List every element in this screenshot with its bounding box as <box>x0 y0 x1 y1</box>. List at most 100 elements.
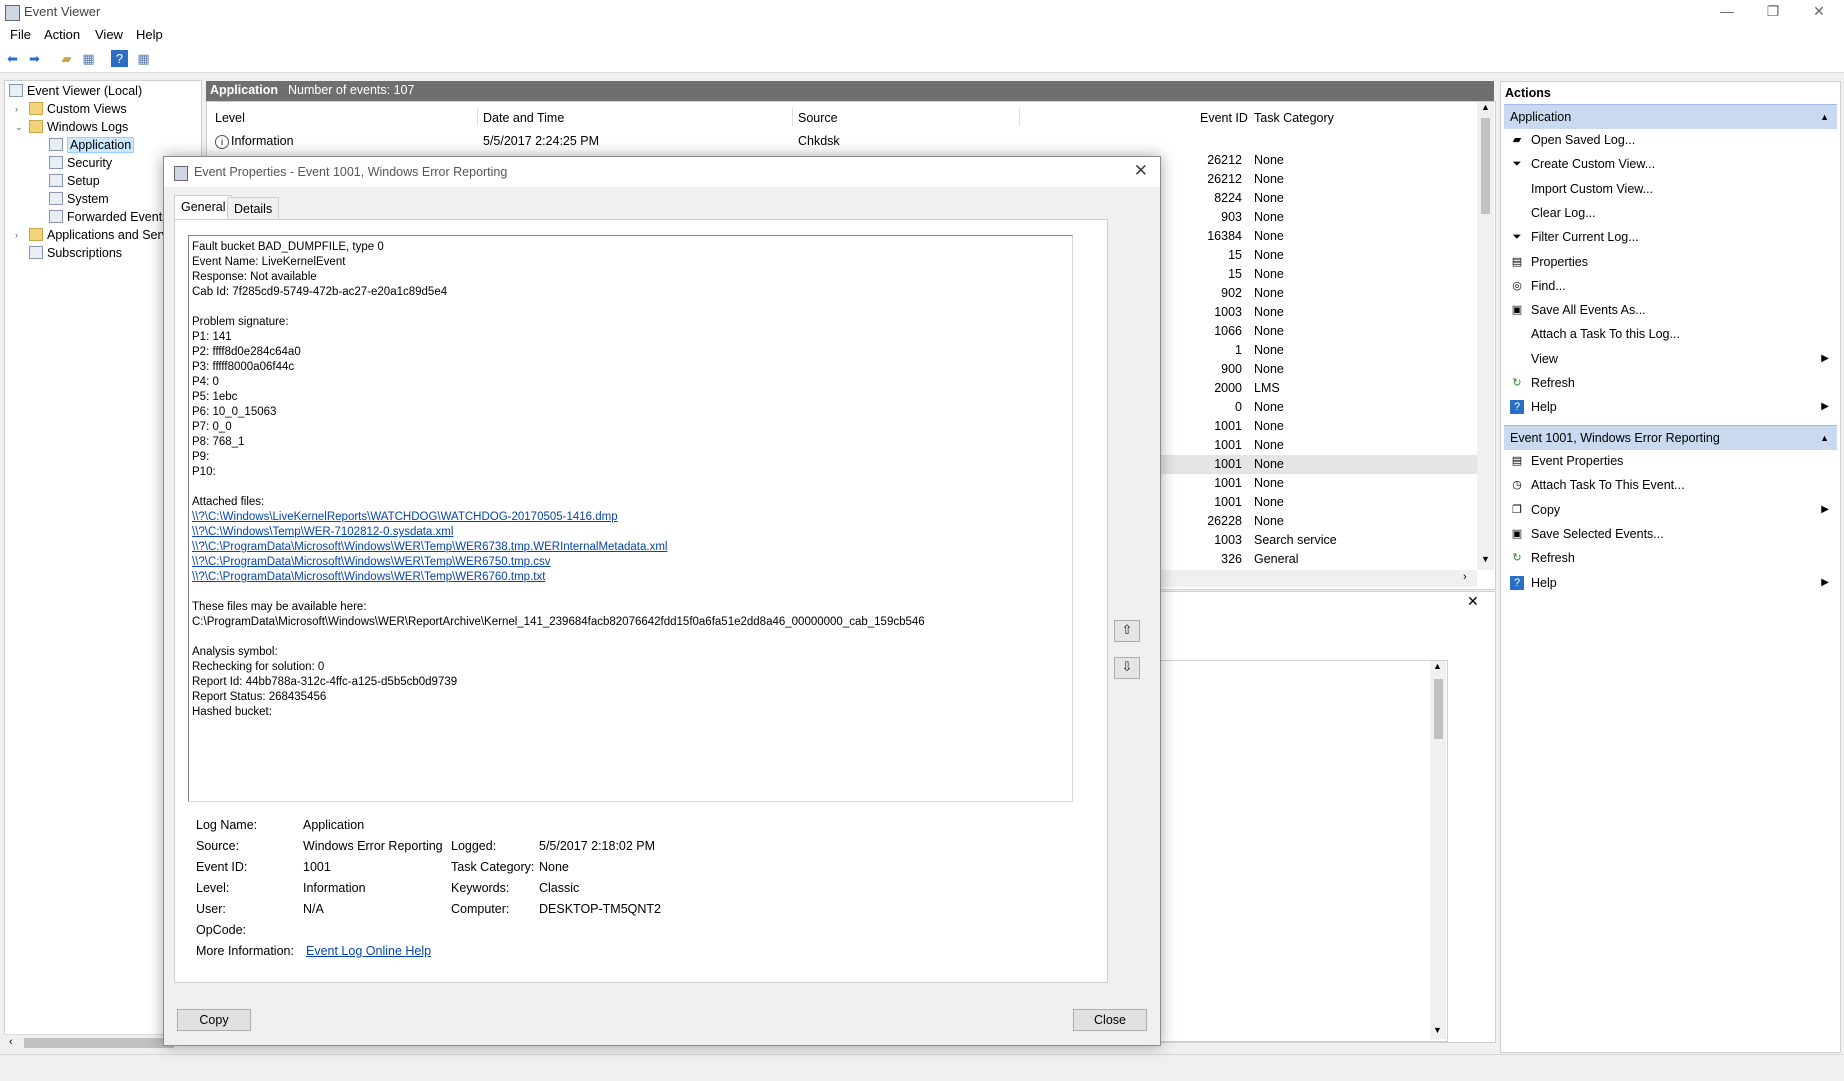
collapse-caret-icon[interactable]: ▲ <box>1820 112 1829 122</box>
action-event-properties[interactable]: ▤ Event Properties <box>1504 450 1837 472</box>
column-separator[interactable] <box>792 108 793 126</box>
dialog-title: Event Properties - Event 1001, Windows E… <box>194 165 508 179</box>
tree-forwarded-events[interactable]: Forwarded Events <box>49 208 168 226</box>
action-clear-log[interactable]: Clear Log... <box>1504 202 1837 224</box>
scrollbar-thumb[interactable] <box>1434 679 1443 739</box>
user-value: N/A <box>303 902 324 916</box>
dialog-close-icon[interactable]: ✕ <box>1134 161 1148 181</box>
column-header-source[interactable]: Source <box>798 111 838 125</box>
row-event-id: 26212 <box>1207 172 1242 186</box>
scroll-down-icon[interactable]: ▼ <box>1433 1025 1442 1035</box>
expand-chevron-icon[interactable]: › <box>15 100 18 118</box>
menu-view[interactable]: View <box>95 27 123 42</box>
column-separator[interactable] <box>1019 108 1020 126</box>
event-list-vertical-scrollbar[interactable]: ▲ ▼ <box>1477 102 1494 570</box>
row-event-id: 0 <box>1235 400 1242 414</box>
close-button[interactable]: Close <box>1073 1009 1147 1031</box>
tree-windows-logs[interactable]: ⌄ Windows Logs <box>15 118 128 136</box>
scroll-up-icon[interactable]: ▲ <box>1481 102 1490 112</box>
column-separator[interactable] <box>477 108 478 126</box>
help-icon: ? <box>1510 400 1524 415</box>
scroll-up-icon[interactable]: ▲ <box>1433 661 1442 671</box>
table-row[interactable]: i Information 5/5/2017 2:24:25 PM Chkdsk <box>207 132 1477 151</box>
action-create-custom-view[interactable]: ⏷ Create Custom View... <box>1504 153 1837 175</box>
keywords-value: Classic <box>539 881 580 895</box>
column-header-event-id[interactable]: Event ID <box>1200 111 1248 125</box>
action-pane-icon[interactable]: ▦ <box>135 50 152 67</box>
scrollbar-thumb[interactable] <box>1481 118 1490 214</box>
action-save-selected-events[interactable]: ▣ Save Selected Events... <box>1504 523 1837 545</box>
column-header-date-time[interactable]: Date and Time <box>483 111 564 125</box>
action-refresh[interactable]: ↻ Refresh <box>1504 372 1837 394</box>
menu-help[interactable]: Help <box>136 27 163 42</box>
event-log-online-help-link[interactable]: Event Log Online Help <box>306 942 431 960</box>
event-count: Number of events: 107 <box>288 83 415 97</box>
description-line: These files may be available here: <box>192 601 367 613</box>
action-save-all-events-as[interactable]: ▣ Save All Events As... <box>1504 299 1837 321</box>
tree-security[interactable]: Security <box>49 154 112 172</box>
tree-setup[interactable]: Setup <box>49 172 100 190</box>
log-name: Application <box>210 83 279 97</box>
expand-chevron-icon[interactable]: › <box>15 226 18 244</box>
action-refresh[interactable]: ↻ Refresh <box>1504 547 1837 569</box>
row-task-category: None <box>1254 476 1284 490</box>
column-header-task-category[interactable]: Task Category <box>1254 111 1334 125</box>
tab-general[interactable]: General <box>174 195 233 220</box>
attached-file-link[interactable]: \\?\C:\ProgramData\Microsoft\Windows\WER… <box>192 540 925 555</box>
tab-details[interactable]: Details <box>227 197 280 220</box>
actions-section-event[interactable]: Event 1001, Windows Error Reporting ▲ <box>1504 425 1837 450</box>
previous-event-button[interactable]: ⇧ <box>1114 620 1140 642</box>
action-help[interactable]: ? Help ▶ <box>1504 396 1837 418</box>
help-icon[interactable]: ? <box>111 50 128 67</box>
save-icon: ▣ <box>1511 527 1523 540</box>
back-arrow-icon[interactable]: ⬅ <box>4 50 21 67</box>
collapse-chevron-icon[interactable]: ⌄ <box>15 118 23 136</box>
open-folder-icon[interactable]: ▰ <box>58 50 75 67</box>
forward-arrow-icon[interactable]: ➡ <box>26 50 43 67</box>
next-event-button[interactable]: ⇩ <box>1114 657 1140 679</box>
console-tree-icon[interactable]: ▦ <box>80 50 97 67</box>
description-line: Analysis symbol: <box>192 646 278 658</box>
tree-applications-and-services[interactable]: › Applications and Serv <box>15 226 168 244</box>
action-filter-current-log[interactable]: ⏷ Filter Current Log... <box>1504 226 1837 248</box>
scrollbar-thumb[interactable] <box>24 1038 174 1048</box>
action-view[interactable]: View ▶ <box>1504 348 1837 370</box>
action-copy[interactable]: ❐ Copy ▶ <box>1504 499 1837 521</box>
attached-file-link[interactable]: \\?\C:\Windows\Temp\WER-7102812-0.sysdat… <box>192 525 925 540</box>
tree-system[interactable]: System <box>49 190 109 208</box>
description-line: P6: 10_0_15063 <box>192 406 277 418</box>
attached-file-link[interactable]: \\?\C:\Windows\LiveKernelReports\WATCHDO… <box>192 510 925 525</box>
submenu-arrow-icon: ▶ <box>1821 576 1829 588</box>
description-line: Problem signature: <box>192 316 289 328</box>
actions-section-application[interactable]: Application ▲ <box>1504 104 1837 129</box>
collapse-caret-icon[interactable]: ▲ <box>1820 433 1829 443</box>
tree-subscriptions[interactable]: Subscriptions <box>29 244 122 262</box>
action-label: Find... <box>1531 278 1566 293</box>
attached-file-link[interactable]: \\?\C:\ProgramData\Microsoft\Windows\WER… <box>192 555 925 570</box>
action-find[interactable]: ◎ Find... <box>1504 275 1837 297</box>
action-properties[interactable]: ▤ Properties <box>1504 251 1837 273</box>
menu-action[interactable]: Action <box>44 27 80 42</box>
restore-button[interactable]: ❐ <box>1750 0 1796 24</box>
tree-event-viewer-local[interactable]: Event Viewer (Local) <box>9 82 142 100</box>
action-import-custom-view[interactable]: Import Custom View... <box>1504 178 1837 200</box>
scroll-down-icon[interactable]: ▼ <box>1481 554 1490 564</box>
action-attach-task-to-this-event[interactable]: ◷ Attach Task To This Event... <box>1504 474 1837 496</box>
minimize-button[interactable]: — <box>1704 0 1750 24</box>
menu-file[interactable]: File <box>10 27 31 42</box>
event-description[interactable]: Fault bucket BAD_DUMPFILE, type 0 Event N… <box>188 235 1073 802</box>
action-attach-a-task-to-this-log[interactable]: Attach a Task To this Log... <box>1504 323 1837 345</box>
tree-application[interactable]: Application <box>49 136 135 154</box>
scroll-left-icon[interactable]: ‹ <box>9 1036 13 1048</box>
close-preview-pane-icon[interactable]: ✕ <box>1467 593 1479 610</box>
attached-file-link[interactable]: \\?\C:\ProgramData\Microsoft\Windows\WER… <box>192 570 925 585</box>
tree-custom-views[interactable]: › Custom Views <box>15 100 127 118</box>
scroll-right-icon[interactable]: › <box>1463 571 1467 583</box>
row-event-id: 1003 <box>1214 305 1242 319</box>
close-window-button[interactable]: ✕ <box>1796 0 1842 24</box>
column-header-level[interactable]: Level <box>215 111 245 125</box>
copy-button[interactable]: Copy <box>177 1009 251 1031</box>
action-open-saved-log[interactable]: ▰ Open Saved Log... <box>1504 129 1837 151</box>
preview-vertical-scrollbar[interactable]: ▲ ▼ <box>1430 661 1446 1039</box>
action-help[interactable]: ? Help ▶ <box>1504 572 1837 594</box>
